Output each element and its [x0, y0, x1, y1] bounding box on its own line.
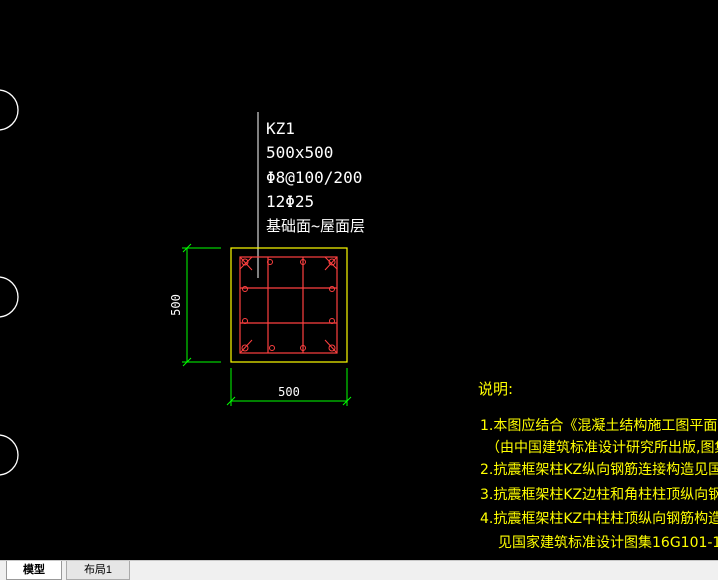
note-line-5: 4.抗震框架柱KZ中柱柱顶纵向钢筋构造、抗	[480, 510, 718, 527]
note-line-2: （由中国建筑标准设计研究所出版,图集号:16	[486, 439, 718, 456]
drawing-svg: KZ1 500x500 Φ8@100/200 12Φ25 基础面~屋面层 500…	[0, 89, 718, 551]
column-stirrup: Φ8@100/200	[266, 168, 362, 187]
rebar-group	[241, 258, 336, 352]
rebar	[329, 286, 335, 292]
column-mark: KZ1	[266, 119, 295, 138]
note-line-4: 3.抗震框架柱KZ边柱和角柱柱顶纵向钢筋构造	[480, 486, 718, 503]
notes-heading: 说明:	[478, 380, 513, 398]
dimension-vertical	[182, 243, 221, 367]
cad-model-space[interactable]: KZ1 500x500 Φ8@100/200 12Φ25 基础面~屋面层 500…	[0, 0, 718, 560]
dimension-height-label: 500	[169, 294, 183, 316]
note-line-1: 1.本图应结合《混凝土结构施工图平面整体表示	[480, 417, 718, 434]
grid-bubble-2	[0, 276, 19, 318]
dimension-width-label: 500	[278, 385, 300, 399]
rebar	[242, 286, 248, 292]
column-longitudinal: 12Φ25	[266, 192, 314, 211]
note-line-3: 2.抗震框架柱KZ纵向钢筋连接构造见国家建筑	[480, 461, 718, 478]
note-line-6: 见国家建筑标准设计图集16G101-1第68	[498, 534, 718, 551]
stirrup-outer	[239, 256, 338, 354]
tab-layout1[interactable]: 布局1	[66, 561, 130, 580]
column-size: 500x500	[266, 143, 333, 162]
rebar	[269, 345, 275, 351]
column-range: 基础面~屋面层	[266, 217, 365, 235]
tab-model[interactable]: 模型	[6, 561, 62, 580]
grid-bubble-3	[0, 434, 19, 476]
layout-tab-bar: 模型 布局1	[0, 560, 718, 580]
grid-bubble-1	[0, 89, 19, 131]
